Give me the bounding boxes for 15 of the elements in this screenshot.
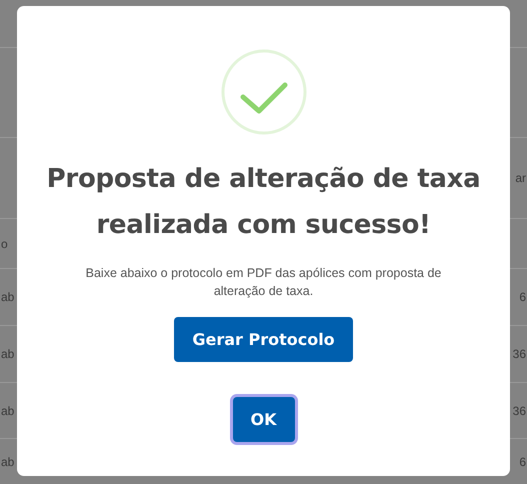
table-cell: o xyxy=(0,236,9,250)
table-cell: ab xyxy=(0,347,16,361)
table-cell: 6 xyxy=(518,290,527,304)
table-cell: 36 xyxy=(512,347,527,361)
dialog-message: Baixe abaixo o protocolo em PDF das apólices com proposta de alteração de taxa. xyxy=(84,265,442,300)
table-cell: 36 xyxy=(512,404,527,418)
dialog-title: Proposta de alteração de taxa realizada com sucesso! xyxy=(46,163,482,242)
generate-protocol-button[interactable]: Gerar Protocolo xyxy=(174,317,353,362)
table-cell: ar xyxy=(514,171,527,185)
table-cell: ab xyxy=(0,290,16,304)
ok-button[interactable]: OK xyxy=(232,397,294,442)
table-cell: ab xyxy=(0,404,16,418)
table-cell: 6 xyxy=(518,454,527,468)
check-circle-icon xyxy=(220,48,308,136)
table-cell: ab xyxy=(0,454,16,468)
